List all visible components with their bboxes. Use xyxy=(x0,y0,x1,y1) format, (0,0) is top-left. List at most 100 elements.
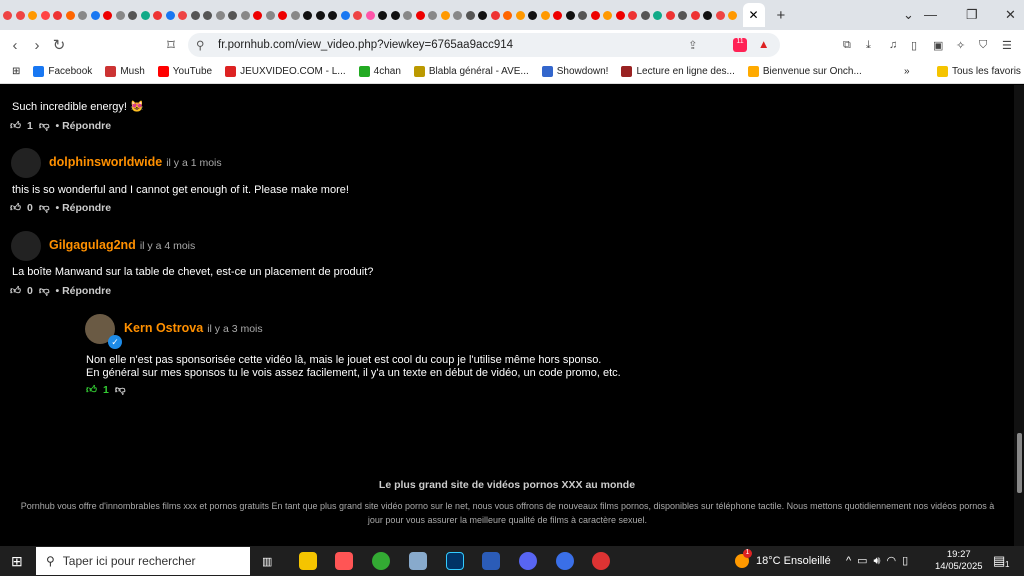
bookmark-item[interactable]: Facebook xyxy=(33,66,92,77)
tab-favicon-icon[interactable] xyxy=(78,10,87,20)
tab-favicon-icon[interactable] xyxy=(190,10,200,20)
bookmark-item[interactable]: Lecture en ligne des... xyxy=(621,66,735,77)
avatar[interactable] xyxy=(11,148,41,178)
thumbs-down-icon[interactable]: 👎︎ xyxy=(39,284,50,297)
bookmarks-more-button[interactable]: » xyxy=(904,66,910,77)
tab-favicon-icon[interactable] xyxy=(590,10,600,20)
tab-favicon-icon[interactable] xyxy=(353,10,362,20)
tab-favicon-icon[interactable] xyxy=(3,10,12,20)
new-tab-button[interactable]: + xyxy=(777,7,786,24)
tab-favicon-icon[interactable] xyxy=(165,10,175,20)
site-info-icon[interactable]: ⚲ xyxy=(196,38,204,52)
tab-favicon-icon[interactable] xyxy=(290,10,300,20)
tab-favicon-icon[interactable] xyxy=(90,10,100,20)
leo-icon[interactable]: ✧ xyxy=(956,39,965,52)
thumbs-down-icon[interactable]: 👎︎ xyxy=(39,119,50,132)
tab-favicon-icon[interactable] xyxy=(640,10,650,20)
tab-favicon-icon[interactable] xyxy=(140,10,150,20)
tab-favicon-icon[interactable] xyxy=(390,10,400,20)
comment-author[interactable]: dolphinsworldwide il y a 1 mois xyxy=(49,155,222,169)
comment-author[interactable]: Gilgagulag2nd il y a 4 mois xyxy=(49,238,195,252)
tab-favicon-icon[interactable] xyxy=(340,10,350,20)
tab-favicon-icon[interactable] xyxy=(278,10,287,20)
tab-favicon-icon[interactable] xyxy=(203,10,212,20)
scrollbar-thumb[interactable] xyxy=(1017,433,1022,493)
tab-favicon-icon[interactable] xyxy=(440,10,450,20)
tab-favicon-icon[interactable] xyxy=(103,10,112,20)
comment-author[interactable]: Kern Ostrova il y a 3 mois xyxy=(124,321,263,335)
tab-favicon-icon[interactable] xyxy=(628,10,637,20)
brave-icon[interactable] xyxy=(335,552,353,570)
thumbs-down-icon[interactable]: 👎︎ xyxy=(39,201,50,214)
bookmark-item[interactable]: Blabla général - AVE... xyxy=(413,66,529,77)
tab-favicon-icon[interactable] xyxy=(490,10,500,20)
brave-rewards-icon[interactable]: ▲ xyxy=(758,39,769,51)
sidebar-icon[interactable]: ▯ xyxy=(911,39,917,52)
chrome-profile-icon[interactable] xyxy=(592,552,610,570)
tab-favicon-icon[interactable] xyxy=(565,10,575,20)
clock[interactable]: 19:27 14/05/2025 xyxy=(935,549,983,573)
tab-favicon-icon[interactable] xyxy=(453,10,462,20)
close-window-button[interactable]: ✕ xyxy=(1005,7,1016,23)
tab-favicon-icon[interactable] xyxy=(678,10,687,20)
scrollbar[interactable] xyxy=(1014,85,1024,546)
url-text[interactable]: fr.pornhub.com/view_video.php?viewkey=67… xyxy=(218,39,513,51)
minimize-button[interactable]: ⌄ xyxy=(903,7,914,23)
tray-icons[interactable]: ^▭🔊︎◠▯ xyxy=(846,554,914,568)
forward-icon[interactable]: › xyxy=(26,37,48,54)
tab-favicon-icon[interactable] xyxy=(690,10,700,20)
tab-favicon-icon[interactable] xyxy=(240,10,250,20)
tab-favicon-icon[interactable] xyxy=(178,10,187,20)
taskbar-search[interactable]: ⚲ Taper ici pour rechercher xyxy=(36,547,250,575)
thumbs-up-icon[interactable]: 👍︎ xyxy=(10,201,21,214)
chrome-icon[interactable] xyxy=(372,552,390,570)
tab-favicon-icon[interactable] xyxy=(503,10,512,20)
vpn-icon[interactable]: ⛉ xyxy=(979,39,987,52)
back-icon[interactable]: ‹ xyxy=(4,37,26,54)
task-view-icon[interactable]: ▥ xyxy=(262,555,272,568)
tab-favicon-icon[interactable] xyxy=(515,10,525,20)
menu-icon[interactable]: ☰ xyxy=(1002,39,1012,52)
tab-favicon-icon[interactable] xyxy=(115,10,125,20)
bookmark-item[interactable]: Bienvenue sur Onch... xyxy=(747,66,862,77)
tab-favicon-icon[interactable] xyxy=(665,10,675,20)
bookmark-item[interactable]: YouTube xyxy=(157,66,212,77)
wallet-icon[interactable]: ▣ xyxy=(933,39,943,52)
thumbs-up-icon[interactable]: 👍︎ xyxy=(10,284,21,297)
tab-favicon-icon[interactable] xyxy=(378,10,387,20)
tab-favicon-icon[interactable] xyxy=(265,10,275,20)
tab-favicon-icon[interactable] xyxy=(253,10,262,20)
thumbs-down-icon[interactable]: 👎︎ xyxy=(115,383,126,396)
windows-start-icon[interactable]: ⊞ xyxy=(11,553,23,570)
tab-favicon-icon[interactable] xyxy=(415,10,425,20)
address-bar[interactable]: ⚲ fr.pornhub.com/view_video.php?viewkey=… xyxy=(188,33,780,57)
tab-favicon-icon[interactable] xyxy=(303,10,312,20)
tab-favicon-icon[interactable] xyxy=(653,10,662,20)
minimize-window-button[interactable]: — xyxy=(924,7,937,22)
tab-favicon-icon[interactable] xyxy=(528,10,537,20)
restore-window-button[interactable]: ❐ xyxy=(966,7,978,23)
tab-favicon-icon[interactable] xyxy=(28,10,37,20)
tab-favicon-icon[interactable] xyxy=(465,10,475,20)
media-icon[interactable]: ♫ xyxy=(889,39,897,51)
paint-icon[interactable] xyxy=(409,552,427,570)
tab-favicon-icon[interactable] xyxy=(315,10,325,20)
active-tab-close-icon[interactable]: ✕ xyxy=(742,3,765,27)
nordvpn-icon[interactable] xyxy=(556,552,574,570)
file-explorer-icon[interactable] xyxy=(299,552,317,570)
tab-favicon-icon[interactable] xyxy=(153,10,162,20)
tab-favicon-icon[interactable] xyxy=(715,10,725,20)
tab-favicon-icon[interactable] xyxy=(478,10,487,20)
tab-strip[interactable]: ✕ + xyxy=(0,0,1024,30)
tab-favicon-icon[interactable] xyxy=(553,10,562,20)
word-icon[interactable] xyxy=(482,552,500,570)
tab-favicon-icon[interactable] xyxy=(365,10,375,20)
thumbs-up-icon[interactable]: 👍︎ xyxy=(86,383,97,396)
reply-link[interactable]: • Répondre xyxy=(56,285,112,297)
weather-text[interactable]: 18°C Ensoleillé xyxy=(756,555,831,567)
bookmark-item[interactable]: Mush xyxy=(105,66,145,77)
reply-link[interactable]: • Répondre xyxy=(56,202,112,214)
tab-favicon-icon[interactable] xyxy=(603,10,612,20)
bookmark-item[interactable]: 4chan xyxy=(358,66,401,77)
bookmark-item[interactable]: JEUXVIDEO.COM - L... xyxy=(225,66,346,77)
